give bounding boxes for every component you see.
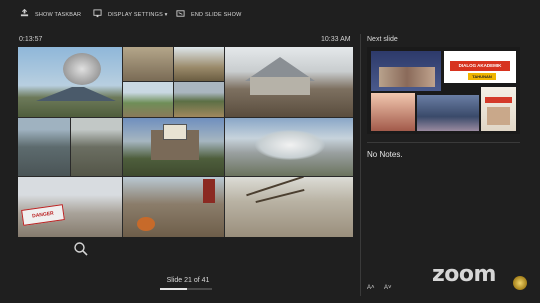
show-taskbar-label: SHOW TASKBAR bbox=[35, 11, 82, 18]
end-slide-show-label: END SLIDE SHOW bbox=[191, 11, 242, 18]
speaker-notes: No Notes. bbox=[367, 150, 403, 159]
display-settings-button[interactable]: DISPLAY SETTINGS ▾ bbox=[93, 9, 168, 20]
zoom-magnifier-icon bbox=[73, 242, 89, 261]
zoom-logo: zoom bbox=[432, 262, 496, 287]
next-banner-subtitle: TAHUNAN bbox=[468, 73, 496, 80]
danger-sign-text: DANGER bbox=[21, 204, 65, 226]
photo-collapsed-bridge bbox=[225, 177, 353, 237]
slide-progress-fill bbox=[160, 288, 187, 290]
photo-danger-sign: DANGER bbox=[18, 177, 122, 237]
increase-font-button[interactable]: A˄ bbox=[367, 285, 375, 291]
decrease-font-button[interactable]: A˅ bbox=[384, 285, 392, 291]
photo-damage-1 bbox=[123, 47, 173, 81]
current-slide[interactable]: DANGER bbox=[18, 47, 353, 237]
photo-volcano bbox=[18, 47, 122, 117]
next-photo-group-3 bbox=[417, 95, 479, 131]
display-settings-icon bbox=[93, 9, 102, 20]
next-poster bbox=[481, 87, 516, 131]
photo-house-damage bbox=[225, 47, 353, 117]
clock: 10:33 AM bbox=[321, 36, 351, 43]
zoom-magnifier-button[interactable] bbox=[73, 241, 89, 262]
next-photo-group-2 bbox=[371, 93, 415, 131]
photo-flood-street-1 bbox=[18, 118, 70, 176]
next-banner: DIALOG AKADEMIK TAHUNAN bbox=[444, 51, 516, 83]
photo-debris bbox=[123, 177, 224, 237]
photo-flood-2 bbox=[174, 82, 224, 117]
photo-crater-steam bbox=[225, 118, 353, 176]
presenter-toolbar: SHOW TASKBAR DISPLAY SETTINGS ▾ END SLID… bbox=[0, 0, 540, 28]
meeting-badge-icon bbox=[513, 276, 527, 290]
next-slide-preview[interactable]: DIALOG AKADEMIK TAHUNAN bbox=[367, 47, 520, 134]
photo-damage-2 bbox=[174, 47, 224, 81]
display-settings-label: DISPLAY SETTINGS ▾ bbox=[108, 11, 168, 18]
slide-counter: Slide 21 of 41 bbox=[166, 277, 210, 284]
taskbar-icon bbox=[20, 8, 29, 20]
next-slide-label: Next slide bbox=[367, 36, 398, 43]
photo-flood-street-2 bbox=[71, 118, 122, 176]
next-banner-text: DIALOG AKADEMIK bbox=[450, 61, 510, 71]
show-taskbar-button[interactable]: SHOW TASKBAR bbox=[20, 8, 82, 20]
end-show-icon bbox=[176, 9, 185, 20]
notes-divider bbox=[367, 142, 520, 143]
elapsed-timer: 0:13:57 bbox=[19, 36, 43, 43]
photo-building bbox=[123, 118, 224, 176]
next-photo-group-1 bbox=[371, 51, 441, 91]
photo-flood-1 bbox=[123, 82, 173, 117]
panel-divider bbox=[360, 34, 361, 296]
slide-progress-bar bbox=[160, 288, 212, 290]
end-slide-show-button[interactable]: END SLIDE SHOW bbox=[176, 9, 241, 20]
